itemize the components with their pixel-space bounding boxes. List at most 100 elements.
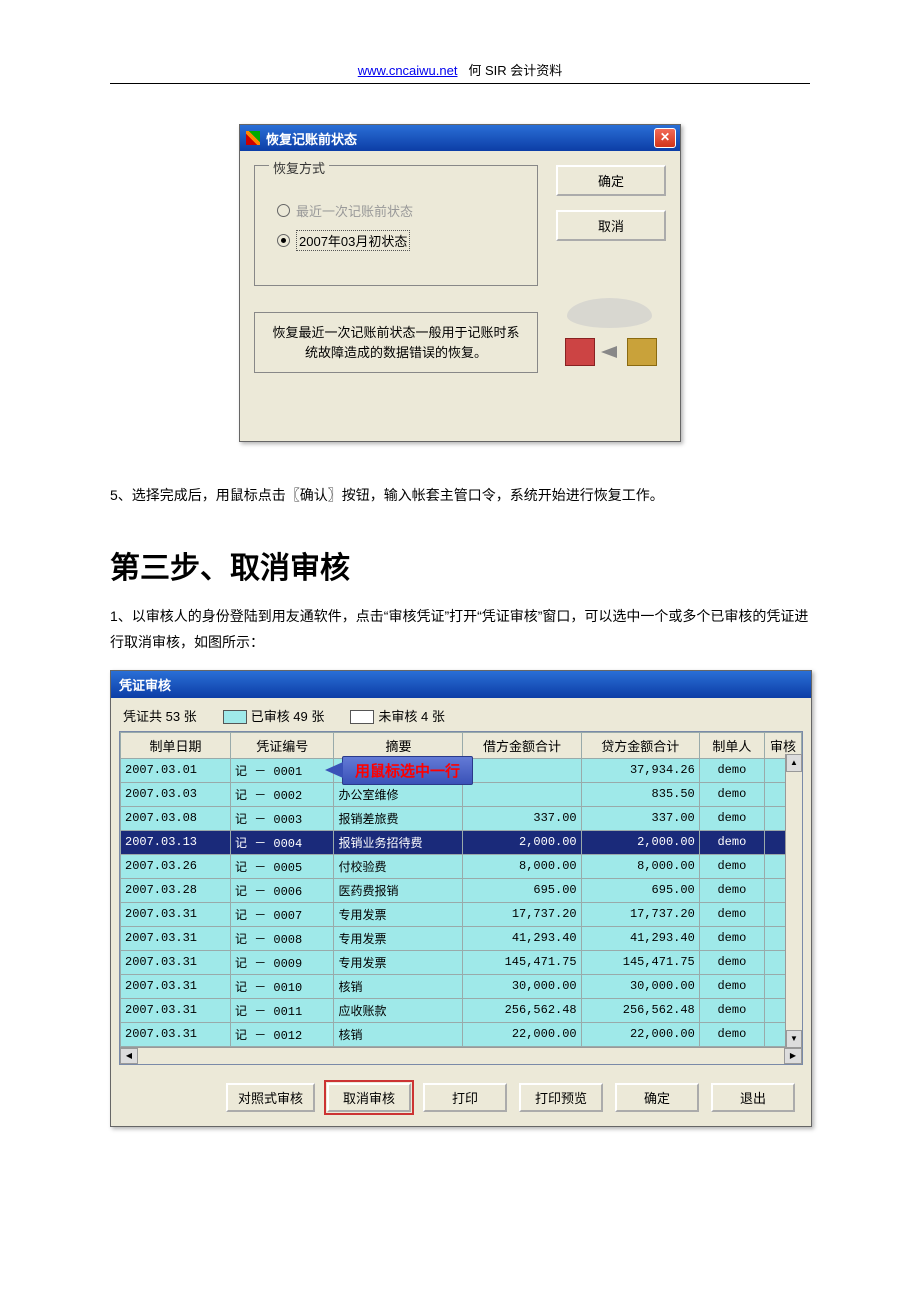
cell-desc: 专用发票: [334, 902, 463, 926]
cell-desc: 医药费报销: [334, 878, 463, 902]
cell-date: 2007.03.31: [121, 926, 231, 950]
col-credit[interactable]: 贷方金额合计: [581, 732, 699, 758]
restore-dialog-titlebar[interactable]: 恢复记账前状态 ✕: [240, 125, 680, 151]
cell-dr: 2,000.00: [463, 830, 581, 854]
cell-date: 2007.03.31: [121, 1022, 231, 1046]
paragraph-step5: 5、选择完成后，用鼠标点击〖确认〗按钮，输入帐套主管口令，系统开始进行恢复工作。: [110, 482, 810, 509]
cell-no: 记 － 0007: [231, 902, 334, 926]
radio-last-state: 最近一次记账前状态: [277, 201, 523, 220]
scroll-up-icon[interactable]: ▲: [786, 754, 802, 772]
cell-date: 2007.03.26: [121, 854, 231, 878]
section-heading: 第三步、取消审核: [110, 543, 810, 587]
cell-dr: 30,000.00: [463, 974, 581, 998]
cell-date: 2007.03.08: [121, 806, 231, 830]
table-row[interactable]: 2007.03.08记 － 0003报销差旅费337.00337.00demo: [121, 806, 802, 830]
table-row[interactable]: 2007.03.31记 － 0012核销22,000.0022,000.00de…: [121, 1022, 802, 1046]
cell-desc: 专用发票: [334, 926, 463, 950]
print-preview-button[interactable]: 打印预览: [519, 1083, 603, 1112]
cell-op: demo: [699, 758, 764, 782]
radio-icon: [277, 204, 290, 217]
table-row[interactable]: 2007.03.31记 － 0009专用发票145,471.75145,471.…: [121, 950, 802, 974]
col-number[interactable]: 凭证编号: [231, 732, 334, 758]
cell-no: 记 － 0002: [231, 782, 334, 806]
restore-mode-group: 恢复方式 最近一次记账前状态 2007年03月初状态: [254, 165, 538, 286]
restore-note: 恢复最近一次记账前状态一般用于记账时系统故障造成的数据错误的恢复。: [254, 312, 538, 373]
table-row[interactable]: 2007.03.31记 － 0011应收账款256,562.48256,562.…: [121, 998, 802, 1022]
cancel-button[interactable]: 取消: [556, 210, 666, 241]
radio-month-initial[interactable]: 2007年03月初状态: [277, 230, 523, 251]
cell-op: demo: [699, 830, 764, 854]
table-row[interactable]: 2007.03.03记 － 0002办公室维修835.50demo: [121, 782, 802, 806]
compare-audit-button[interactable]: 对照式审核: [226, 1083, 315, 1112]
cell-cr: 835.50: [581, 782, 699, 806]
table-row[interactable]: 2007.03.31记 － 0007专用发票17,737.2017,737.20…: [121, 902, 802, 926]
restore-dialog: 恢复记账前状态 ✕ 恢复方式 最近一次记账前状态 2007年03月初状态 恢复最…: [239, 124, 681, 442]
col-debit[interactable]: 借方金额合计: [463, 732, 581, 758]
summary-total: 凭证共 53 张: [123, 706, 197, 725]
table-row[interactable]: 2007.03.28记 － 0006医药费报销695.00695.00demo: [121, 878, 802, 902]
radio-icon: [277, 234, 290, 247]
voucher-audit-titlebar[interactable]: 凭证审核: [111, 671, 811, 698]
summary-bar: 凭证共 53 张 已审核 49 张 未审核 4 张: [111, 698, 811, 731]
cell-no: 记 － 0009: [231, 950, 334, 974]
page-header: www.cncaiwu.net 何 SIR 会计资料: [110, 60, 810, 79]
cell-cr: 37,934.26: [581, 758, 699, 782]
cell-cr: 30,000.00: [581, 974, 699, 998]
swatch-unaudited-icon: [350, 710, 374, 724]
ok-button[interactable]: 确定: [556, 165, 666, 196]
table-row[interactable]: 2007.03.31记 － 0010核销30,000.0030,000.00de…: [121, 974, 802, 998]
restore-mode-legend: 恢复方式: [269, 158, 329, 177]
cell-cr: 695.00: [581, 878, 699, 902]
horizontal-scrollbar[interactable]: ◀ ▶: [120, 1047, 802, 1064]
cell-op: demo: [699, 950, 764, 974]
header-divider: [110, 83, 810, 84]
exit-button[interactable]: 退出: [711, 1083, 795, 1112]
cell-dr: 145,471.75: [463, 950, 581, 974]
cell-dr: 695.00: [463, 878, 581, 902]
cell-cr: 145,471.75: [581, 950, 699, 974]
table-row[interactable]: 2007.03.26记 － 0005付校验费8,000.008,000.00de…: [121, 854, 802, 878]
cell-no: 记 － 0006: [231, 878, 334, 902]
cell-op: demo: [699, 782, 764, 806]
voucher-audit-window: 凭证审核 凭证共 53 张 已审核 49 张 未审核 4 张 制单日期 凭证编号…: [110, 670, 812, 1127]
print-button[interactable]: 打印: [423, 1083, 507, 1112]
restore-dialog-title: 恢复记账前状态: [266, 129, 654, 148]
scroll-right-icon[interactable]: ▶: [784, 1048, 802, 1064]
summary-audited: 已审核 49 张: [223, 706, 325, 725]
cell-op: demo: [699, 902, 764, 926]
col-date[interactable]: 制单日期: [121, 732, 231, 758]
cancel-audit-button[interactable]: 取消审核: [327, 1083, 411, 1112]
cell-desc: 核销: [334, 974, 463, 998]
decoration-image: [556, 285, 666, 377]
table-row[interactable]: 2007.03.13记 － 0004报销业务招待费2,000.002,000.0…: [121, 830, 802, 854]
scroll-down-icon[interactable]: ▼: [786, 1030, 802, 1048]
table-row[interactable]: 2007.03.31记 － 0008专用发票41,293.4041,293.40…: [121, 926, 802, 950]
cell-dr: 41,293.40: [463, 926, 581, 950]
cell-dr: 8,000.00: [463, 854, 581, 878]
cell-desc: 报销业务招待费: [334, 830, 463, 854]
cell-desc: 办公室维修: [334, 782, 463, 806]
col-desc[interactable]: 摘要: [334, 732, 463, 758]
cell-date: 2007.03.31: [121, 998, 231, 1022]
close-button[interactable]: ✕: [654, 128, 676, 148]
ok-button[interactable]: 确定: [615, 1083, 699, 1112]
cell-date: 2007.03.28: [121, 878, 231, 902]
cell-dr: [463, 782, 581, 806]
cell-dr: 22,000.00: [463, 1022, 581, 1046]
header-url-link[interactable]: www.cncaiwu.net: [358, 63, 458, 78]
cell-dr: 256,562.48: [463, 998, 581, 1022]
col-operator[interactable]: 制单人: [699, 732, 764, 758]
scroll-left-icon[interactable]: ◀: [120, 1048, 138, 1064]
cell-cr: 8,000.00: [581, 854, 699, 878]
header-tail: 何 SIR 会计资料: [468, 63, 562, 78]
swatch-audited-icon: [223, 710, 247, 724]
voucher-table-container: 制单日期 凭证编号 摘要 借方金额合计 贷方金额合计 制单人 审核 2007.0…: [119, 731, 803, 1065]
cell-no: 记 － 0001: [231, 758, 334, 782]
cell-no: 记 － 0011: [231, 998, 334, 1022]
vertical-scrollbar[interactable]: ▲ ▼: [785, 754, 802, 1048]
cell-cr: 256,562.48: [581, 998, 699, 1022]
cell-op: demo: [699, 854, 764, 878]
cell-date: 2007.03.31: [121, 974, 231, 998]
cell-date: 2007.03.31: [121, 950, 231, 974]
cell-no: 记 － 0004: [231, 830, 334, 854]
